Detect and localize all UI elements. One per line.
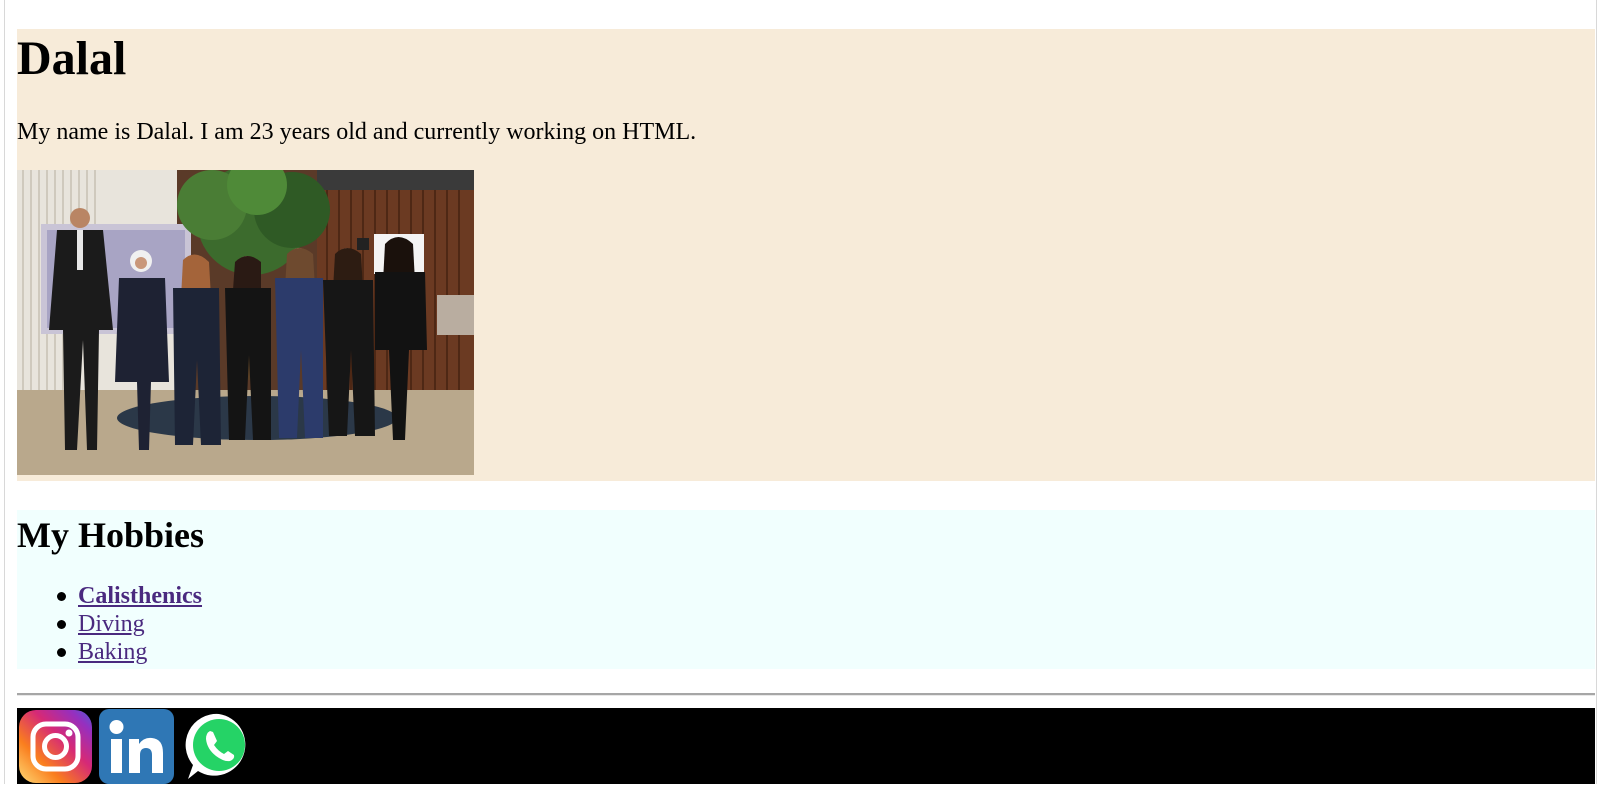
group-photo — [17, 170, 474, 475]
instagram-icon[interactable] — [18, 709, 93, 784]
whatsapp-icon[interactable] — [182, 709, 257, 784]
bullet-icon — [57, 592, 66, 601]
bullet-icon — [57, 620, 66, 629]
hobbies-list: Calisthenics Diving Baking — [17, 582, 202, 666]
hobby-link-baking[interactable]: Baking — [78, 639, 147, 665]
list-item: Baking — [17, 638, 202, 666]
social-footer — [17, 708, 1595, 784]
horizontal-divider — [17, 693, 1595, 696]
hobby-link-diving[interactable]: Diving — [78, 611, 145, 637]
window-border-left — [4, 0, 5, 784]
window-border-right — [1596, 0, 1597, 784]
list-item: Calisthenics — [17, 582, 202, 610]
linkedin-icon[interactable] — [99, 709, 174, 784]
list-item: Diving — [17, 610, 202, 638]
page-title: Dalal — [17, 32, 127, 85]
intro-section: Dalal My name is Dalal. I am 23 years ol… — [17, 29, 1595, 481]
bio-text: My name is Dalal. I am 23 years old and … — [17, 119, 697, 145]
hobby-link-calisthenics[interactable]: Calisthenics — [78, 583, 202, 609]
hobbies-heading: My Hobbies — [17, 515, 205, 555]
bullet-icon — [57, 648, 66, 657]
hobbies-section: My Hobbies Calisthenics Diving Baking — [17, 510, 1595, 669]
